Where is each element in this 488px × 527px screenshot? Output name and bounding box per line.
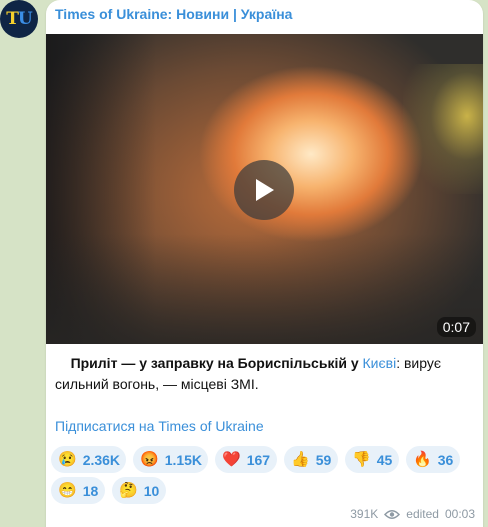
reaction-count: 36 <box>437 451 454 468</box>
reaction-thinking[interactable]: 🤔 10 <box>112 477 166 504</box>
edited-label: edited <box>406 507 439 521</box>
video-preview[interactable]: 0:07 <box>46 34 483 344</box>
play-icon <box>256 179 274 201</box>
thumbs-up-icon: 👍 <box>291 451 310 468</box>
reaction-count: 1.15K <box>164 451 203 468</box>
reaction-count: 18 <box>82 482 99 499</box>
message-text-bold: Приліт — у заправку на Бориспільській у <box>70 355 363 371</box>
crying-face-icon: 😢 <box>58 451 77 468</box>
angry-face-icon: 😡 <box>140 451 159 468</box>
reaction-heart[interactable]: ❤️ 167 <box>215 446 277 473</box>
reaction-count: 59 <box>315 451 332 468</box>
message-time: 00:03 <box>444 507 475 521</box>
kyiv-link[interactable]: Києві <box>363 355 397 371</box>
fire-icon: 🔥 <box>413 451 432 468</box>
message-bubble: Times of Ukraine: Новини | Україна 0:07 … <box>46 0 483 527</box>
reaction-fire[interactable]: 🔥 36 <box>406 446 460 473</box>
video-duration: 0:07 <box>436 317 476 337</box>
red-heart-icon: ❤️ <box>222 451 241 468</box>
reaction-grinning[interactable]: 😁 18 <box>51 477 105 504</box>
subscribe-link[interactable]: Підписатися на Times of Ukraine <box>55 418 264 434</box>
thumbs-down-icon: 👎 <box>352 451 371 468</box>
eye-icon <box>384 509 401 519</box>
avatar-letter-u: U <box>17 9 33 29</box>
reaction-thumbs-up[interactable]: 👍 59 <box>284 446 338 473</box>
avatar-letter-t: T <box>6 9 19 29</box>
message-text: Приліт — у заправку на Бориспільській у … <box>55 353 475 395</box>
reaction-count: 167 <box>246 451 271 468</box>
reaction-angry[interactable]: 😡 1.15K <box>133 446 208 473</box>
message-meta: 391K edited 00:03 <box>350 507 475 521</box>
views-count: 391K <box>350 507 379 521</box>
channel-avatar[interactable]: TU <box>0 0 38 38</box>
channel-name[interactable]: Times of Ukraine: Новини | Україна <box>55 6 292 22</box>
grinning-face-icon: 😁 <box>58 482 77 499</box>
reaction-crying[interactable]: 😢 2.36K <box>51 446 126 473</box>
play-button[interactable] <box>234 160 294 220</box>
reaction-count: 10 <box>143 482 160 499</box>
reaction-count: 2.36K <box>82 451 121 468</box>
reaction-thumbs-down[interactable]: 👎 45 <box>345 446 399 473</box>
thinking-face-icon: 🤔 <box>119 482 138 499</box>
reaction-count: 45 <box>376 451 393 468</box>
